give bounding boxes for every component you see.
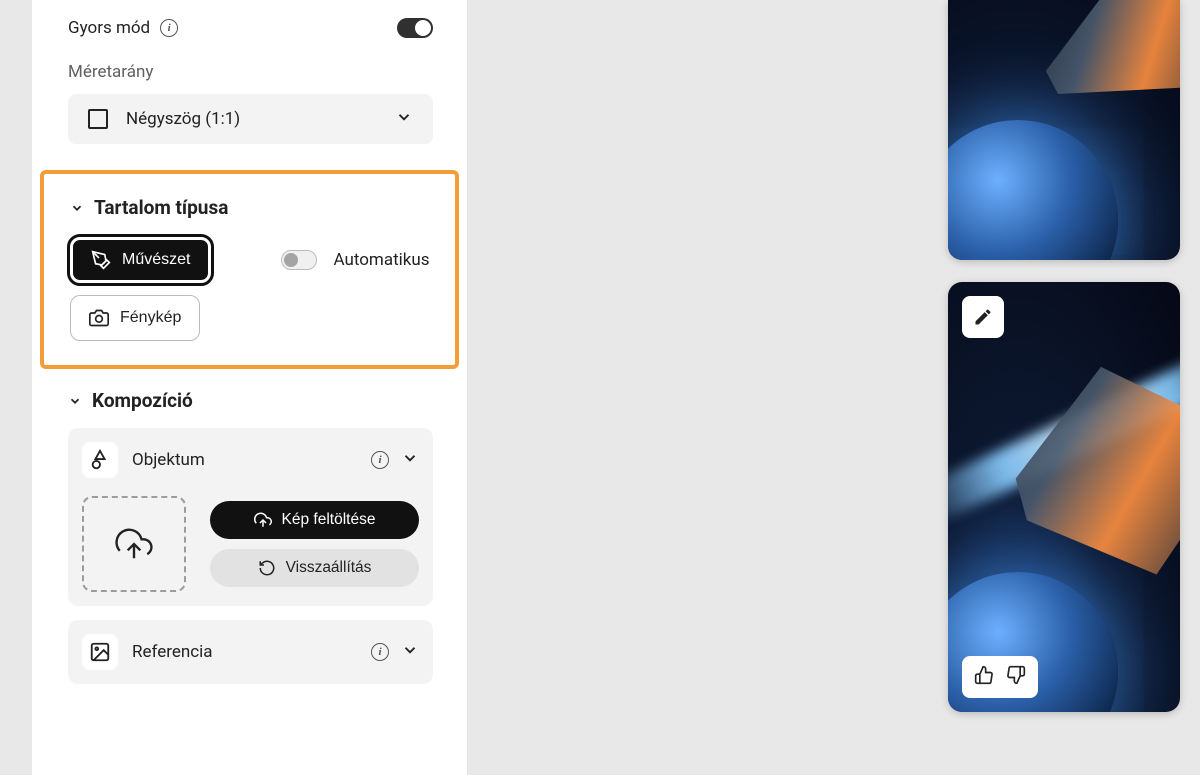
thumbs-up-icon <box>974 665 994 685</box>
toggle-knob <box>284 253 298 267</box>
content-type-highlight: Tartalom típusa Művészet Automatikus Fén… <box>40 170 459 369</box>
auto-toggle[interactable] <box>281 250 317 270</box>
upload-label: Kép feltöltése <box>282 511 376 529</box>
art-label: Művészet <box>122 251 190 269</box>
chevron-down-icon <box>395 108 413 130</box>
reference-panel-head: Referencia i <box>82 634 419 670</box>
cloud-upload-icon <box>254 511 272 529</box>
brush-icon <box>91 250 111 270</box>
object-buttons: Kép feltöltése Visszaállítás <box>210 501 419 587</box>
quick-mode-label: Gyors mód <box>68 18 150 38</box>
generated-image-2[interactable] <box>948 282 1180 712</box>
composition-section: Kompozíció Objektum i <box>32 389 467 684</box>
reset-icon <box>258 559 276 577</box>
upload-button[interactable]: Kép feltöltése <box>210 501 419 539</box>
art-type-button[interactable]: Művészet <box>70 237 211 283</box>
photo-label: Fénykép <box>120 309 181 327</box>
toggle-knob <box>415 20 431 36</box>
content-type-title: Tartalom típusa <box>94 196 228 219</box>
content-type-header[interactable]: Tartalom típusa <box>70 196 429 219</box>
reset-button[interactable]: Visszaállítás <box>210 549 419 587</box>
object-title: Objektum <box>132 450 205 470</box>
thumbs-down-icon <box>1006 665 1026 685</box>
generated-image-1[interactable] <box>948 0 1180 260</box>
aspect-ratio-select[interactable]: Négyszög (1:1) <box>68 94 433 144</box>
chevron-down-icon <box>68 394 82 408</box>
info-icon[interactable]: i <box>371 643 389 661</box>
quick-mode-toggle[interactable] <box>397 18 433 38</box>
aspect-section-label: Méretarány <box>32 62 467 94</box>
square-icon <box>88 109 108 129</box>
object-panel: Objektum i Kép feltöltése <box>68 428 433 606</box>
generated-images-column <box>948 0 1180 734</box>
object-panel-head: Objektum i <box>82 442 419 478</box>
content-type-row: Művészet Automatikus <box>70 237 429 283</box>
cloud-upload-icon <box>115 525 153 563</box>
chevron-down-icon[interactable] <box>401 641 419 663</box>
aspect-left: Négyszög (1:1) <box>88 109 240 129</box>
pencil-icon <box>973 307 993 327</box>
edit-button[interactable] <box>962 296 1004 338</box>
thumbs-up-button[interactable] <box>974 665 994 689</box>
auto-label: Automatikus <box>333 250 429 270</box>
aspect-value: Négyszög (1:1) <box>126 109 240 129</box>
info-icon[interactable]: i <box>371 451 389 469</box>
quick-mode-label-group: Gyors mód i <box>68 18 178 38</box>
object-head-right: i <box>371 449 419 471</box>
space-image-placeholder <box>948 0 1180 260</box>
info-icon[interactable]: i <box>160 19 178 37</box>
reference-panel: Referencia i <box>68 620 433 684</box>
space-image-placeholder <box>948 282 1180 712</box>
shapes-icon <box>82 442 118 478</box>
quick-mode-row: Gyors mód i <box>32 18 467 38</box>
composition-title: Kompozíció <box>92 389 193 412</box>
photo-type-button[interactable]: Fénykép <box>70 295 200 341</box>
reference-head-left: Referencia <box>82 634 213 670</box>
image-icon <box>82 634 118 670</box>
reference-title: Referencia <box>132 642 213 662</box>
camera-icon <box>89 308 109 328</box>
composition-header[interactable]: Kompozíció <box>68 389 433 412</box>
object-panel-body: Kép feltöltése Visszaállítás <box>82 496 419 592</box>
reset-label: Visszaállítás <box>286 559 372 577</box>
reference-head-right: i <box>371 641 419 663</box>
settings-sidebar: Gyors mód i Méretarány Négyszög (1:1) Ta… <box>32 0 468 775</box>
chevron-down-icon <box>70 201 84 215</box>
object-head-left: Objektum <box>82 442 205 478</box>
auto-toggle-group: Automatikus <box>281 250 429 270</box>
upload-dropzone[interactable] <box>82 496 186 592</box>
chevron-down-icon[interactable] <box>401 449 419 471</box>
thumbs-down-button[interactable] <box>1006 665 1026 689</box>
rating-buttons <box>962 656 1038 698</box>
